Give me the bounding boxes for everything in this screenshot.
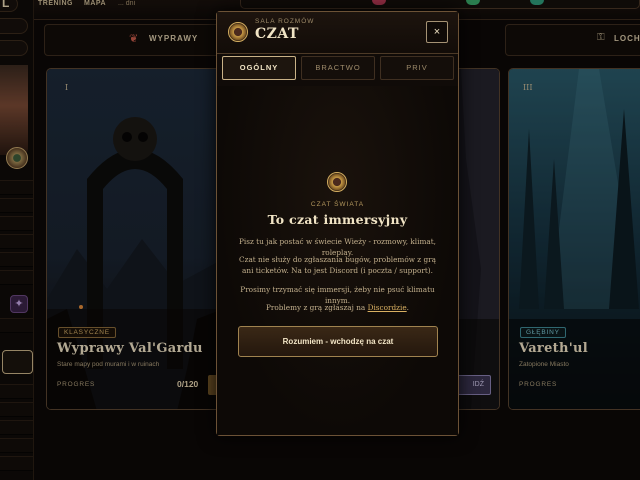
modal-title: CZAT: [255, 26, 299, 42]
modal-kicker: SALA ROZMÓW: [255, 18, 315, 25]
discord-prefix: Problemy z grą zgłaszaj na: [266, 303, 368, 312]
tab-brotherhood[interactable]: BRACTWO: [301, 56, 375, 80]
discord-link[interactable]: Discordzie: [368, 303, 407, 312]
rules-paragraph-2: Czat nie służy do zgłaszania bugów, prob…: [239, 255, 436, 275]
tab-general[interactable]: OGÓLNY: [222, 56, 296, 80]
world-chat-emblem-icon: [327, 172, 347, 192]
chat-emblem-icon: [228, 22, 248, 42]
tab-private[interactable]: PRIV: [380, 56, 454, 80]
rules-paragraph-4: Problemy z grą zgłaszaj na Discordzie.: [217, 303, 458, 314]
acknowledge-button[interactable]: Rozumiem - wchodzę na czat: [238, 326, 438, 357]
modal-header: SALA ROZMÓW CZAT ×: [217, 12, 458, 54]
modal-body: CZAT ŚWIATA To czat immersyjny Pisz tu j…: [217, 86, 458, 435]
chat-modal: SALA ROZMÓW CZAT × OGÓLNY BRACTWO PRIV C…: [216, 11, 459, 436]
close-icon[interactable]: ×: [426, 21, 448, 43]
immersion-heading: To czat immersyjny: [267, 212, 408, 227]
world-chat-kicker: CZAT ŚWIATA: [310, 201, 365, 208]
discord-suffix: .: [406, 303, 409, 312]
